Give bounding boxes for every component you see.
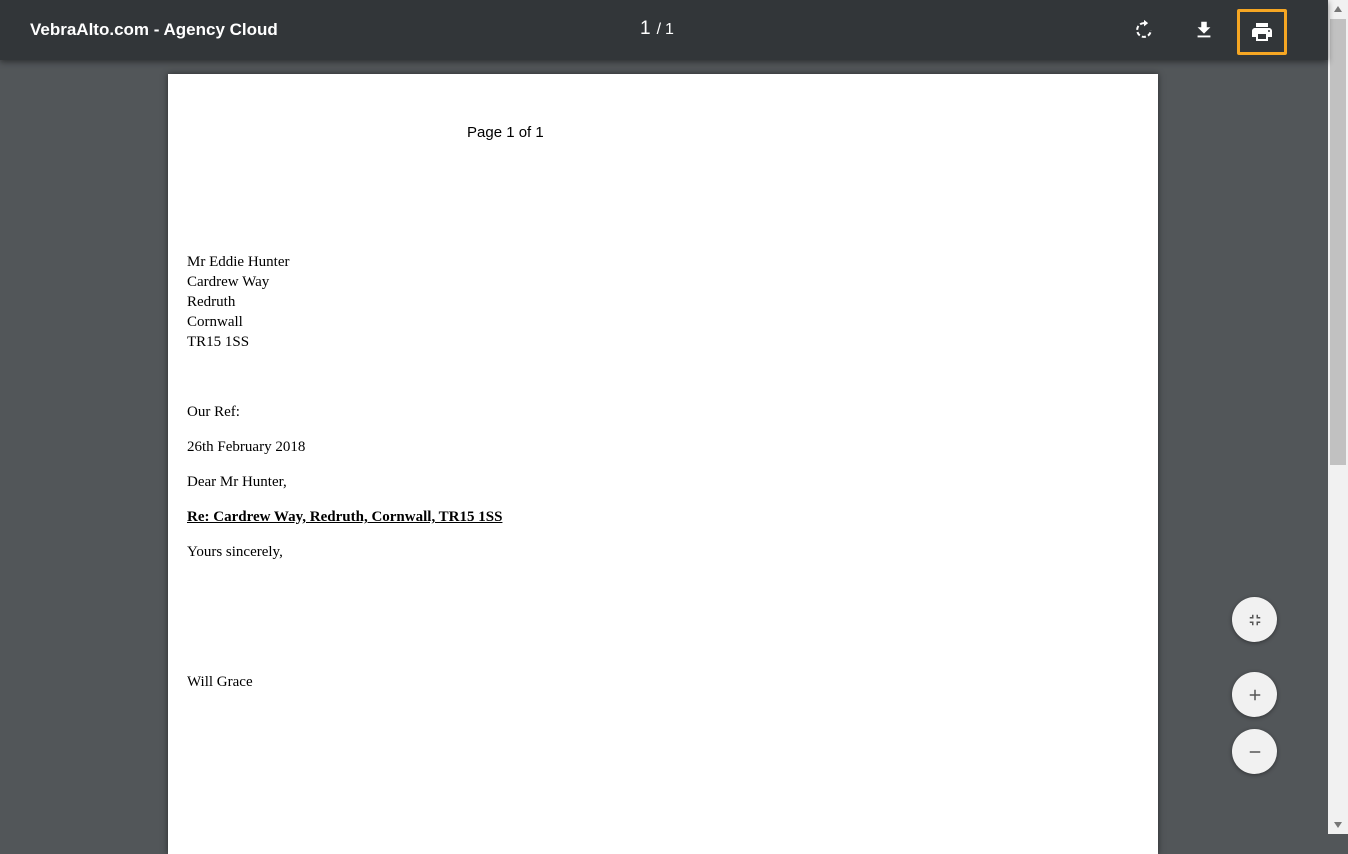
rotate-icon — [1136, 19, 1152, 38]
viewer-toolbar: VebraAlto.com - Agency Cloud 1/1 — [0, 0, 1328, 60]
download-icon — [1197, 21, 1211, 38]
zoom-out-button[interactable] — [1232, 729, 1277, 774]
address-street: Cardrew Way — [187, 274, 270, 290]
scroll-up-button[interactable] — [1328, 0, 1348, 18]
scroll-down-button[interactable] — [1328, 816, 1348, 834]
document-title: VebraAlto.com - Agency Cloud — [30, 20, 278, 39]
subject-line: Re: Cardrew Way, Redruth, Cornwall, TR15… — [187, 509, 503, 525]
signatory: Will Grace — [187, 674, 253, 690]
closing: Yours sincerely, — [187, 544, 283, 560]
rotate-button[interactable] — [1124, 10, 1164, 50]
print-icon — [1252, 23, 1272, 41]
salutation: Dear Mr Hunter, — [187, 474, 287, 490]
fit-to-page-button[interactable] — [1232, 597, 1277, 642]
page-indicator: 1/1 — [640, 18, 674, 40]
address-name: Mr Eddie Hunter — [187, 254, 290, 270]
scroll-down-arrow-icon — [1334, 822, 1342, 828]
letter-date: 26th February 2018 — [187, 439, 306, 455]
document-page: Page 1 of 1 Mr Eddie Hunter Cardrew Way … — [168, 74, 1158, 854]
zoom-out-icon — [1249, 750, 1260, 753]
download-button[interactable] — [1184, 10, 1224, 50]
scroll-up-arrow-icon — [1334, 6, 1342, 12]
vertical-scrollbar[interactable] — [1328, 0, 1348, 834]
total-pages: 1 — [665, 21, 674, 38]
zoom-in-button[interactable] — [1232, 672, 1277, 717]
print-button[interactable] — [1237, 9, 1287, 55]
page-separator: / — [656, 21, 662, 38]
fit-to-page-icon — [1249, 614, 1260, 625]
zoom-in-icon — [1249, 689, 1260, 700]
current-page[interactable]: 1 — [640, 18, 651, 39]
scrollbar-thumb[interactable] — [1330, 19, 1346, 465]
address-town: Redruth — [187, 294, 236, 310]
address-postcode: TR15 1SS — [187, 334, 250, 350]
address-county: Cornwall — [187, 314, 243, 330]
page-header-text: Page 1 of 1 — [467, 124, 544, 141]
our-reference: Our Ref: — [187, 404, 240, 420]
